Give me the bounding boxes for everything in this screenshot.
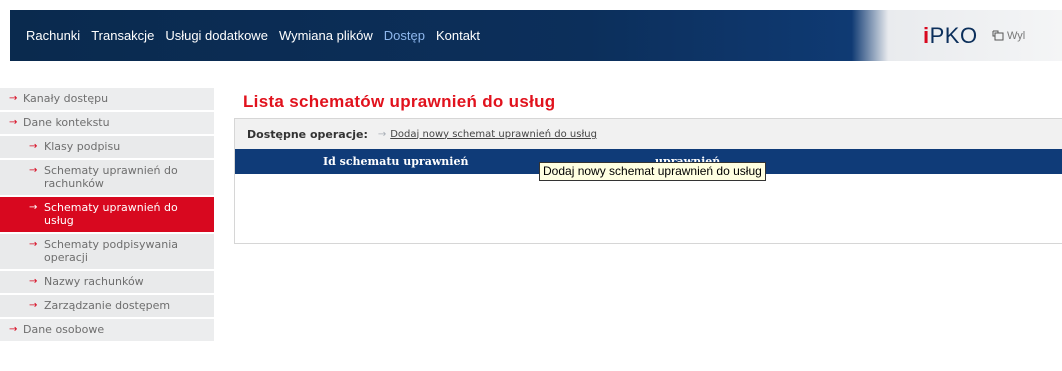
arrow-right-icon: →: [9, 93, 18, 104]
sidebar-item-dane-kontekstu[interactable]: → Dane kontekstu: [0, 112, 214, 134]
arrow-right-icon: →: [29, 239, 38, 250]
sidebar-item-label: Dane osobowe: [23, 323, 105, 336]
sidebar-item-nazwy-rachunkow[interactable]: → Nazwy rachunków: [0, 271, 214, 293]
arrow-right-icon: →: [29, 276, 38, 287]
nav-transakcje[interactable]: Transakcje: [91, 28, 154, 43]
sidebar-item-label: Schematy uprawnień do rachunków: [44, 164, 178, 190]
logo-i: i: [923, 22, 930, 48]
nav-rachunki[interactable]: Rachunki: [26, 28, 80, 43]
nav-wymiana-plikow[interactable]: Wymiana plików: [279, 28, 373, 43]
logout-button[interactable]: Wyl: [992, 10, 1062, 61]
sidebar-item-label: Schematy podpisywania operacji: [44, 238, 179, 264]
sidebar-item-schematy-uprawnien-do-uslug[interactable]: → Schematy uprawnień do usług: [0, 197, 214, 232]
add-scheme-link[interactable]: Dodaj nowy schemat uprawnień do usług: [390, 129, 597, 140]
column-header-id[interactable]: Id schematu uprawnień: [323, 149, 468, 174]
nav-dostep[interactable]: Dostęp: [384, 28, 425, 43]
sidebar-item-schematy-uprawnien-do-rachunkow[interactable]: → Schematy uprawnień do rachunków: [0, 160, 214, 195]
sidebar-item-dane-osobowe[interactable]: → Dane osobowe: [0, 319, 214, 341]
sidebar-menu: → Kanały dostępu → Dane kontekstu → Klas…: [0, 88, 214, 343]
arrow-right-icon: →: [29, 141, 38, 152]
tooltip: Dodaj nowy schemat uprawnień do usług: [539, 162, 766, 181]
sidebar-item-label: Nazwy rachunków: [44, 275, 144, 288]
sidebar-item-label: Dane kontekstu: [23, 116, 110, 129]
arrow-right-icon: →: [377, 128, 387, 140]
available-operations-bar: Dostępne operacje: → Dodaj nowy schemat …: [235, 119, 1062, 149]
logout-icon: [992, 30, 1004, 41]
sidebar-item-label: Klasy podpisu: [44, 140, 121, 153]
sidebar-item-label: Schematy uprawnień do usług: [44, 201, 178, 227]
arrow-right-icon: →: [29, 300, 38, 311]
arrow-right-icon: →: [29, 165, 38, 176]
arrow-right-icon: →: [9, 324, 18, 335]
schemes-panel: Dostępne operacje: → Dodaj nowy schemat …: [234, 118, 1062, 244]
operations-label: Dostępne operacje:: [247, 127, 368, 141]
sidebar-item-schematy-podpisywania-operacji[interactable]: → Schematy podpisywania operacji: [0, 234, 214, 269]
main-menu: Rachunki Transakcje Usługi dodatkowe Wym…: [26, 10, 491, 61]
logo-text: PKO: [929, 22, 978, 48]
arrow-right-icon: →: [9, 117, 18, 128]
sidebar-item-label: Zarządzanie dostępem: [44, 299, 171, 312]
arrow-right-icon: →: [29, 202, 38, 213]
top-navigation-bar: Rachunki Transakcje Usługi dodatkowe Wym…: [10, 10, 1062, 61]
nav-kontakt[interactable]: Kontakt: [436, 28, 480, 43]
page-title: Lista schematów uprawnień do usług: [243, 92, 556, 111]
sidebar-item-label: Kanały dostępu: [23, 92, 109, 105]
ipko-logo[interactable]: i PKO: [923, 10, 978, 61]
nav-uslugi-dodatkowe[interactable]: Usługi dodatkowe: [165, 28, 268, 43]
sidebar-item-klasy-podpisu[interactable]: → Klasy podpisu: [0, 136, 214, 158]
sidebar-item-zarzadzanie-dostepem[interactable]: → Zarządzanie dostępem: [0, 295, 214, 317]
logout-label: Wyl: [1007, 29, 1026, 42]
sidebar-item-kanaly-dostepu[interactable]: → Kanały dostępu: [0, 88, 214, 110]
